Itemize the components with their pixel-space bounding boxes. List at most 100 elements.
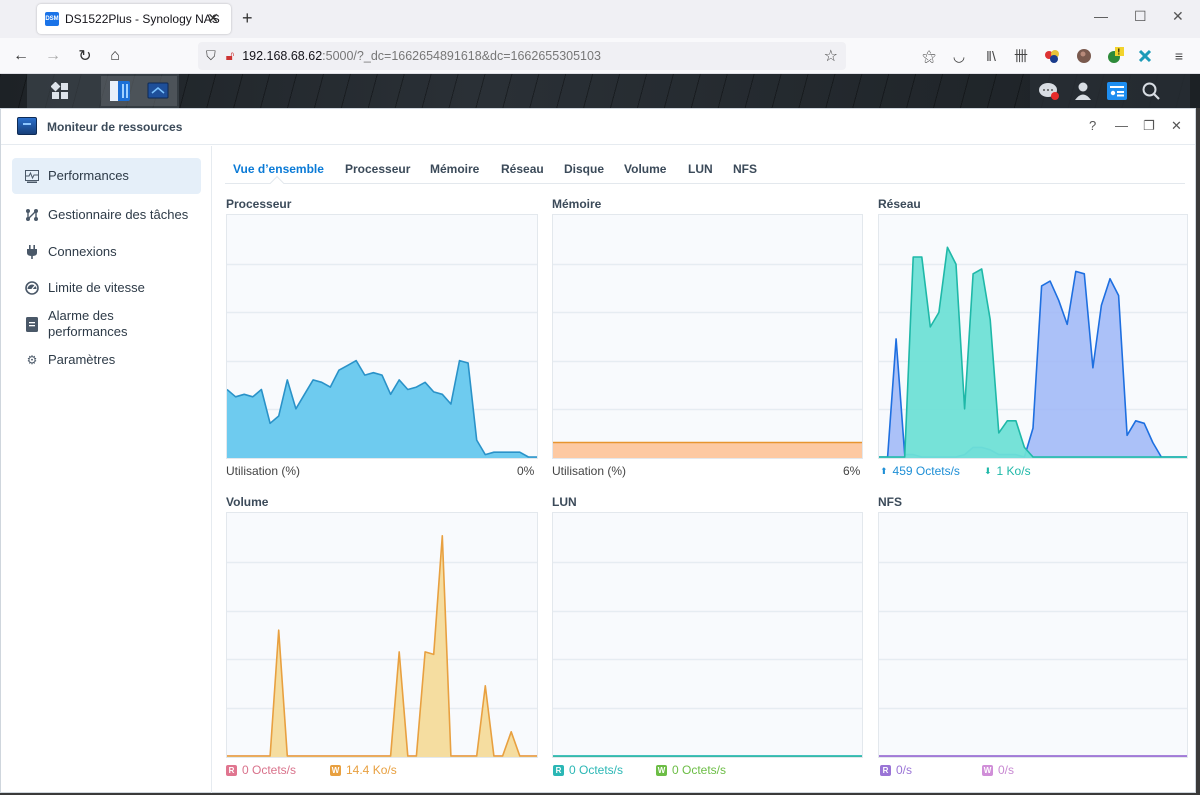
cpu-panel-title: Processeur: [226, 197, 292, 211]
sidebar-item-task-manager[interactable]: Gestionnaire des tâches: [12, 203, 201, 227]
sidebar-item-performance-alarm[interactable]: Alarme des performances: [12, 306, 201, 342]
gear-icon: ⚙: [26, 353, 38, 367]
volume-read-value: 0 Octets/s: [242, 763, 297, 777]
url-path: :5000/?_dc=1662654891618&dc=166265530510…: [322, 49, 601, 63]
new-tab-button[interactable]: +: [242, 8, 253, 29]
volume-panel-title: Volume: [226, 495, 269, 509]
widgets-icon[interactable]: [1106, 80, 1128, 102]
tab-lun[interactable]: LUN: [688, 162, 713, 176]
tab-bar: Vue d’ensemble Processeur Mémoire Réseau…: [225, 146, 1185, 191]
bookmark-star-icon[interactable]: ☆: [824, 46, 838, 66]
lun-panel-title: LUN: [552, 495, 577, 509]
network-upload-value: 459 Octets/s: [892, 464, 960, 478]
tab-memory[interactable]: Mémoire: [430, 162, 479, 176]
sidebar-label: Limite de vitesse: [48, 280, 145, 295]
memory-chart-svg: [553, 263, 862, 458]
sidebar-label: Alarme des performances: [48, 308, 128, 339]
window-maximize-button[interactable]: ☐: [1134, 8, 1147, 25]
desktop-wallpaper: [0, 74, 1200, 108]
main-menu-button[interactable]: [41, 76, 79, 106]
tab-volume[interactable]: Volume: [624, 162, 666, 176]
close-button[interactable]: ✕: [1171, 118, 1182, 134]
taskbar-control-panel-button[interactable]: [101, 76, 139, 106]
profile-avatar-icon[interactable]: [1075, 47, 1093, 65]
save-to-pocket-star-icon[interactable]: ⚝: [920, 47, 938, 65]
tracking-shield-icon[interactable]: ⛉: [206, 48, 216, 64]
volume-write-legend: W 14.4 Ko/s: [330, 763, 397, 777]
restore-button[interactable]: ❐: [1143, 118, 1155, 134]
window-close-button[interactable]: ✕: [1172, 8, 1184, 25]
insecure-lock-icon[interactable]: 🔓︎: [226, 48, 234, 64]
notifications-chat-icon[interactable]: [1038, 80, 1060, 102]
dsm-favicon-icon: DSM: [45, 12, 59, 26]
download-arrow-icon: ⬇: [984, 465, 992, 476]
cpu-caption: Utilisation (%): [226, 464, 301, 478]
lun-chart: [552, 512, 863, 758]
user-icon[interactable]: [1072, 80, 1094, 102]
home-button[interactable]: ⌂: [104, 45, 126, 67]
extension-balls-icon[interactable]: [1044, 47, 1062, 65]
pocket-icon[interactable]: ◡: [950, 47, 968, 65]
extension-fence-icon[interactable]: 卌: [1012, 47, 1030, 65]
resource-monitor-window: Moniteur de ressources ? — ❐ ✕ Performan…: [0, 108, 1196, 793]
browser-tab[interactable]: DSM DS1522Plus - Synology NAS ✕: [37, 4, 231, 34]
taskbar-resource-monitor-button[interactable]: [139, 76, 177, 106]
reload-button[interactable]: ↻: [74, 45, 96, 67]
tab-disk[interactable]: Disque: [564, 162, 604, 176]
browser-tab-bar: DSM DS1522Plus - Synology NAS ✕ + — ☐ ✕: [0, 0, 1200, 38]
network-chart-svg: [879, 246, 1187, 458]
help-button[interactable]: ?: [1089, 118, 1096, 133]
browser-tab-title: DS1522Plus - Synology NAS: [65, 12, 220, 26]
sidebar-item-speed-limit[interactable]: Limite de vitesse: [12, 276, 201, 300]
forward-button[interactable]: →: [42, 45, 64, 67]
browser-toolbar: ← → ↻ ⌂ ⛉ 🔓︎ 192.168.68.62:5000/?_dc=166…: [0, 38, 1200, 74]
tab-processor[interactable]: Processeur: [345, 162, 410, 176]
extension-puzzle-icon[interactable]: [1136, 47, 1154, 65]
library-icon[interactable]: ‖\: [982, 47, 1000, 65]
write-badge-icon: W: [330, 764, 341, 776]
resource-monitor-icon: [147, 82, 169, 99]
memory-panel-title: Mémoire: [552, 197, 602, 211]
address-bar[interactable]: ⛉ 🔓︎ 192.168.68.62:5000/?_dc=16626548916…: [198, 42, 846, 70]
nfs-chart-svg: [879, 561, 1187, 757]
sidebar-label: Gestionnaire des tâches: [48, 207, 189, 222]
cpu-chart-svg: [227, 263, 537, 458]
memory-series-utilisation-area: [553, 442, 862, 458]
active-tab-indicator: [269, 175, 285, 191]
memory-chart: [552, 214, 863, 459]
tab-network[interactable]: Réseau: [501, 162, 544, 176]
tab-overview[interactable]: Vue d’ensemble: [233, 162, 324, 176]
url-text[interactable]: 192.168.68.62:5000/?_dc=1662654891618&dc…: [242, 49, 601, 63]
menu-hamburger-icon[interactable]: ≡: [1170, 47, 1188, 65]
cpu-value: 0%: [517, 464, 535, 478]
memory-value: 6%: [843, 464, 861, 478]
back-button[interactable]: ←: [10, 45, 32, 67]
resource-monitor-app-icon: [17, 117, 37, 135]
window-header: Moniteur de ressources ? — ❐ ✕: [1, 109, 1195, 145]
sidebar-label: Connexions: [48, 244, 117, 259]
close-tab-icon[interactable]: ✕: [207, 10, 219, 27]
read-badge-icon: R: [553, 764, 564, 776]
lun-write-legend: W 0 Octets/s: [656, 763, 726, 777]
tab-nfs[interactable]: NFS: [733, 162, 757, 176]
nfs-panel-title: NFS: [878, 495, 902, 509]
svg-text:!: !: [1118, 48, 1121, 57]
search-icon[interactable]: [1140, 80, 1162, 102]
lun-read-value: 0 Octets/s: [569, 763, 624, 777]
minimize-button[interactable]: —: [1115, 118, 1128, 133]
volume-chart-svg: [227, 534, 537, 757]
sidebar-item-connections[interactable]: Connexions: [12, 240, 201, 264]
nfs-write-legend: W 0/s: [982, 763, 1014, 777]
taskbar-right-group: [1030, 74, 1190, 108]
speedometer-icon: [25, 281, 39, 295]
sidebar-item-settings[interactable]: ⚙ Paramètres: [12, 348, 201, 372]
nfs-read-value: 0/s: [896, 763, 913, 777]
window-minimize-button[interactable]: —: [1094, 8, 1108, 24]
volume-chart: [226, 512, 538, 758]
main-content: Vue d’ensemble Processeur Mémoire Réseau…: [213, 146, 1197, 793]
performance-icon: [25, 169, 39, 183]
sidebar-label: Paramètres: [48, 352, 116, 367]
upload-arrow-icon: ⬆: [880, 465, 888, 476]
sidebar-item-performances[interactable]: Performances: [12, 158, 201, 194]
extension-globe-alert-icon[interactable]: !: [1106, 47, 1124, 65]
